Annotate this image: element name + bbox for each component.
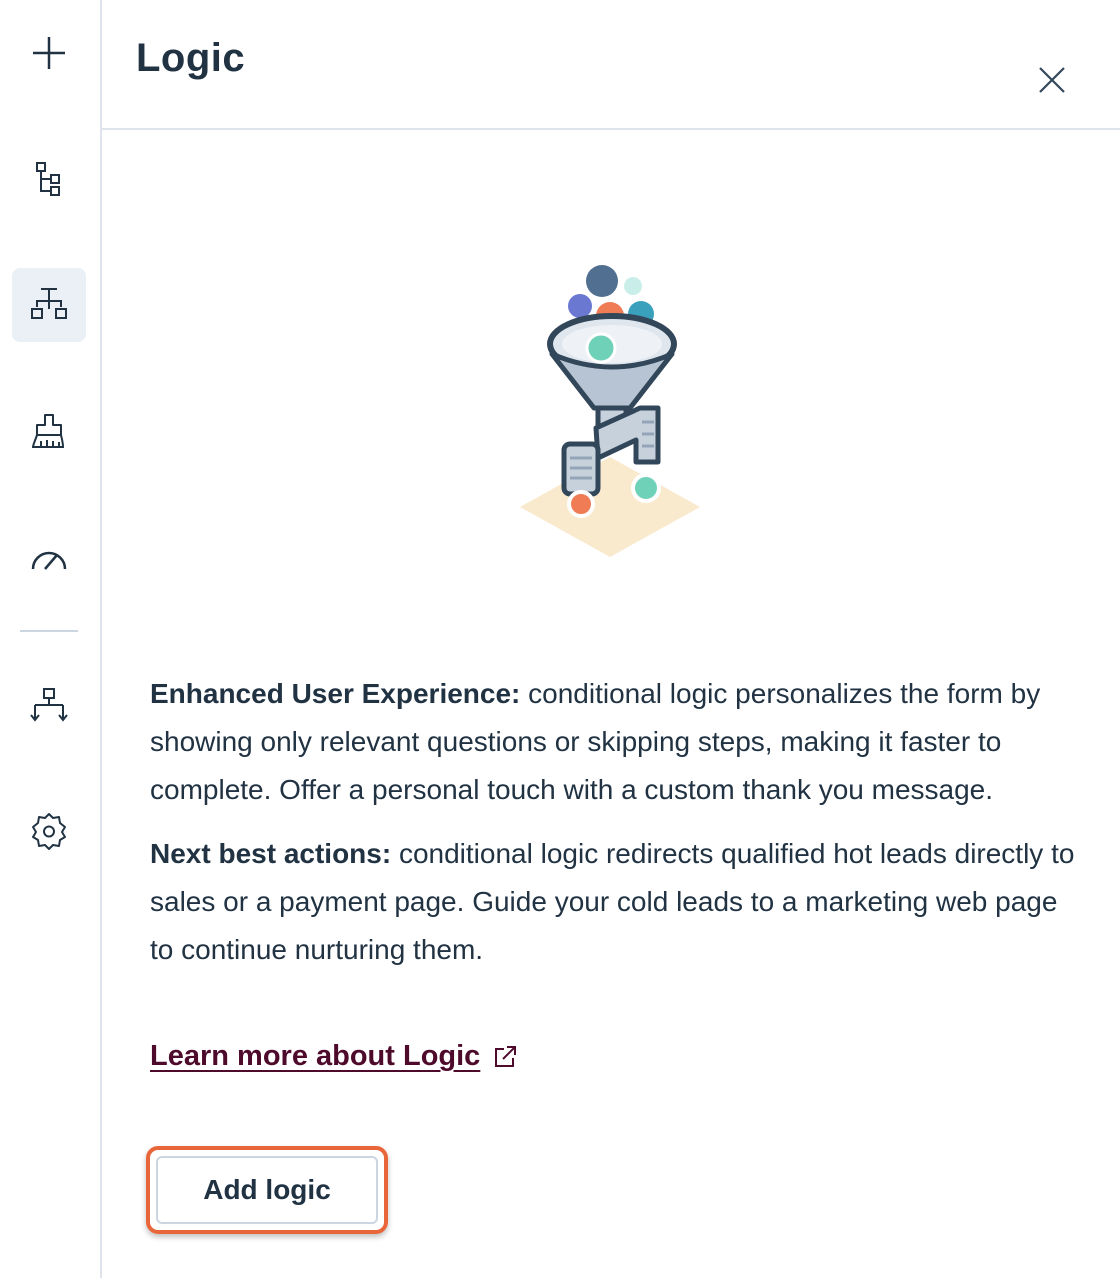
workflow-icon [30, 688, 68, 722]
close-button[interactable] [1032, 60, 1072, 100]
add-button[interactable] [12, 16, 86, 90]
gear-icon [32, 813, 66, 850]
external-link-icon [495, 1045, 517, 1067]
toolbar-divider [20, 630, 78, 632]
learn-more-link[interactable]: Learn more about Logic [150, 1040, 518, 1073]
paragraph-2-heading: Next best actions: [150, 838, 392, 869]
funnel-illustration [520, 265, 700, 557]
logic-branch-icon [31, 288, 67, 319]
panel-title: Logic [136, 36, 246, 80]
workflow-button[interactable] [12, 668, 86, 742]
plus-icon [33, 37, 65, 69]
settings-button[interactable] [12, 794, 86, 868]
description: Enhanced User Experience: conditional lo… [150, 670, 1080, 990]
logic-button[interactable] [12, 268, 86, 342]
add-logic-highlight: Add logic [146, 1146, 388, 1234]
paragraph-1-heading: Enhanced User Experience: [150, 678, 521, 709]
style-button[interactable] [12, 394, 86, 468]
learn-more-label: Learn more about Logic [150, 1040, 481, 1072]
tree-structure-icon [36, 162, 60, 196]
panel-header: Logic [102, 0, 1120, 130]
description-paragraph-2: Next best actions: conditional logic red… [150, 830, 1080, 974]
speedometer-icon [31, 551, 67, 570]
performance-button[interactable] [12, 520, 86, 594]
tree-structure-button[interactable] [12, 142, 86, 216]
logic-panel: Logic Enhanced User Experience: conditio… [102, 0, 1120, 1278]
description-paragraph-1: Enhanced User Experience: conditional lo… [150, 670, 1080, 814]
close-icon [1039, 67, 1065, 93]
left-toolbar [0, 0, 102, 1278]
paint-brush-icon [31, 414, 65, 448]
add-logic-button[interactable]: Add logic [156, 1156, 378, 1224]
